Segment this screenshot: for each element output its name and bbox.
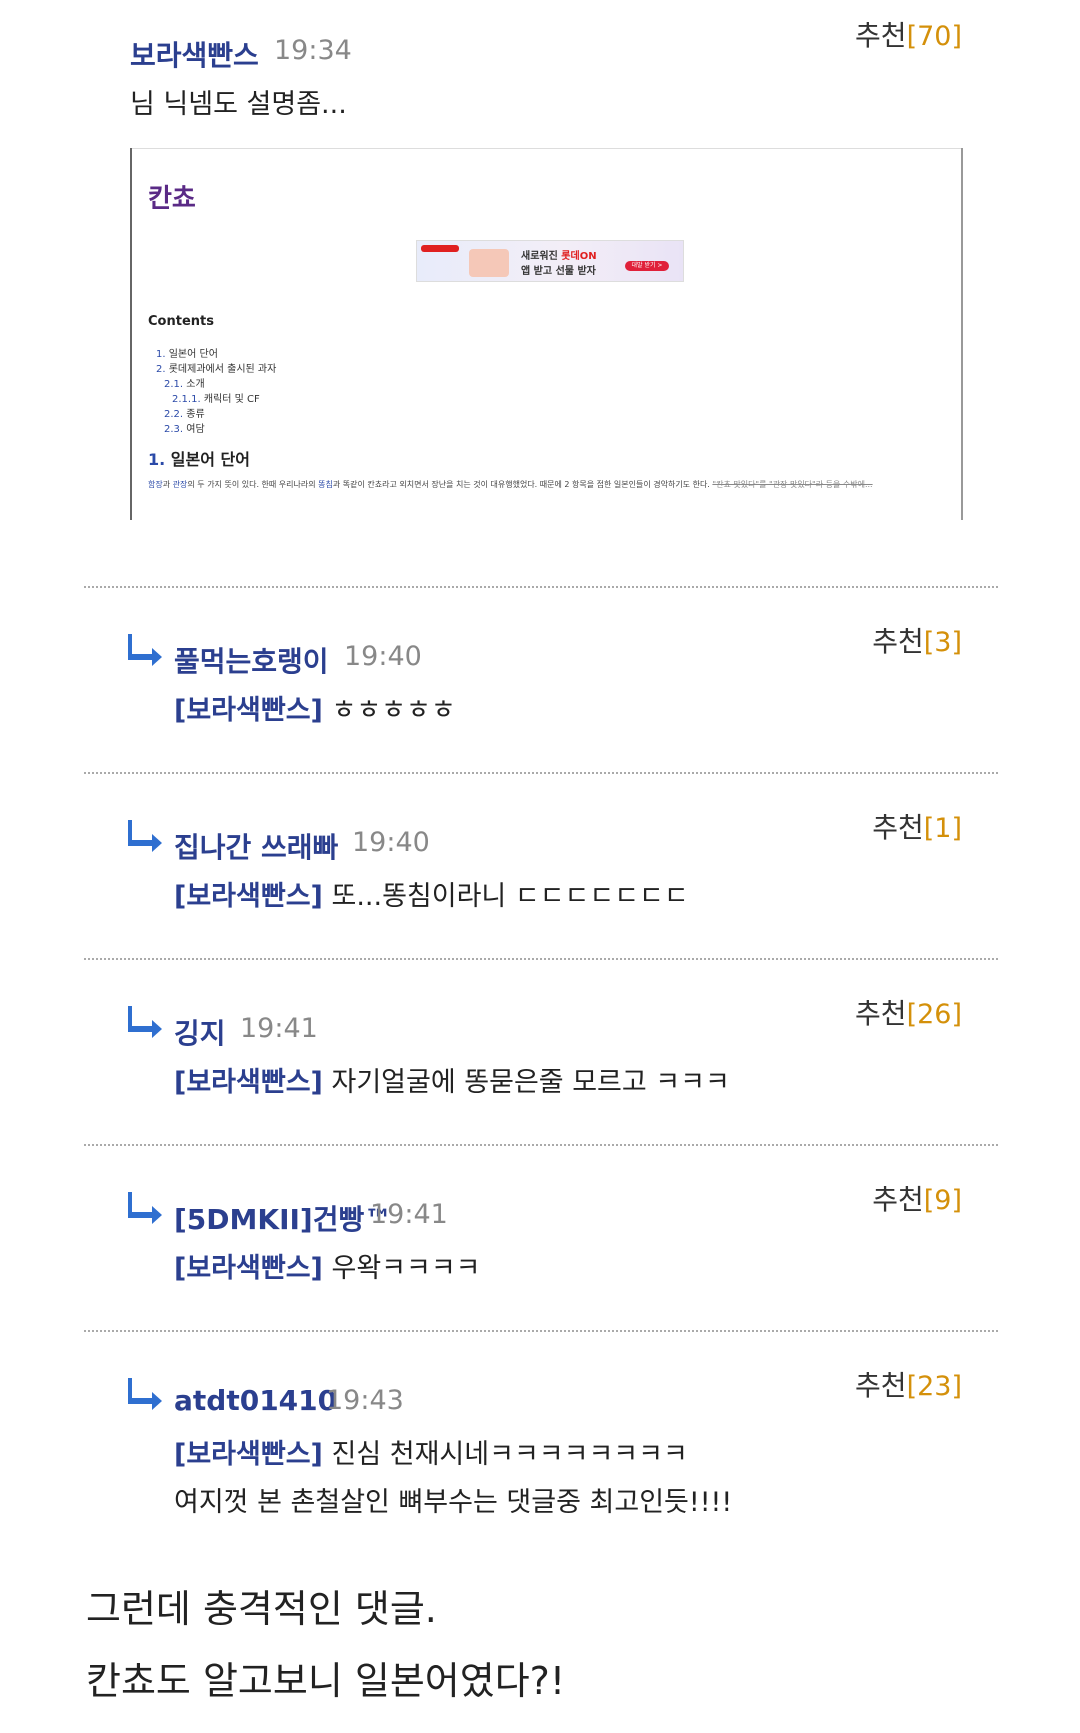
comment-time: 19:40 (352, 827, 430, 858)
ad-button[interactable]: 대발 받기 > (625, 261, 669, 271)
comment-text: [보라색빤스] 또...똥침이라니 ㄷㄷㄷㄷㄷㄷㄷ (174, 881, 689, 912)
caption-line1: 그런데 충격적인 댓글. (86, 1587, 437, 1631)
ad-line1: 새로워진 롯데ON (521, 251, 597, 262)
reply-arrow-icon (128, 1192, 162, 1224)
comment-text: 님 닉넴도 설명좀... (130, 89, 347, 120)
mention: [보라색빤스] (174, 1253, 323, 1284)
reply-comment: 추천[23] atdt01410 19:43 [보라색빤스] 진심 천재시네ㅋㅋ… (0, 1334, 1080, 1534)
comment-author[interactable]: 풀먹는호랭이 (174, 640, 329, 680)
recommend-count[interactable]: 추천[9] (872, 1178, 962, 1218)
recommend-count[interactable]: 추천[23] (855, 1364, 962, 1404)
comment-divider (84, 1144, 998, 1146)
toc-item[interactable]: 1. 일본어 단어 (156, 345, 218, 360)
recommend-number: [70] (906, 21, 962, 52)
comment-author[interactable]: atdt01410 (174, 1384, 337, 1417)
reply-comment: 추천[1] 집나간 쓰래빠 19:40 [보라색빤스] 또...똥침이라니 ㄷㄷ… (0, 776, 1080, 956)
embedded-screenshot: 칸쵸 새로워진 롯데ON 앱 받고 선물 받자 대발 받기 > Contents… (130, 148, 963, 520)
reply-comment: 추천[26] 깅지 19:41 [보라색빤스] 자기얼굴에 똥묻은줄 모르고 ㅋ… (0, 962, 1080, 1142)
caption-line2: 칸쵸도 알고보니 일본어였다?! (86, 1659, 566, 1703)
reply-comment: 추천[3] 풀먹는호랭이 19:40 [보라색빤스] ㅎㅎㅎㅎㅎ (0, 590, 1080, 770)
recommend-count[interactable]: 추천[3] (872, 620, 962, 660)
recommend-label: 추천 (855, 19, 907, 52)
toc-item[interactable]: 2.1.1. 캐릭터 및 CF (172, 390, 260, 405)
toc-item[interactable]: 2.2. 종류 (164, 405, 205, 420)
comment-text-line2: 여지껏 본 촌철살인 뼈부수는 댓글중 최고인듯!!!! (174, 1487, 733, 1518)
comment-divider (84, 586, 998, 588)
comment-text: [보라색빤스] 우왁ㅋㅋㅋㅋ (174, 1253, 481, 1284)
mention: [보라색빤스] (174, 1439, 323, 1470)
comment-author[interactable]: 집나간 쓰래빠 (174, 826, 338, 866)
recommend-count[interactable]: 추천[1] (872, 806, 962, 846)
comment-text: [보라색빤스] 진심 천재시네ㅋㅋㅋㅋㅋㅋㅋㅋ (174, 1439, 688, 1470)
comment-divider (84, 772, 998, 774)
comment-time: 19:41 (240, 1013, 318, 1044)
embed-title: 칸쵸 (148, 184, 196, 214)
reply-arrow-icon (128, 1378, 162, 1410)
comment-time: 19:40 (344, 641, 422, 672)
comment-author[interactable]: 보라색빤스 (130, 34, 259, 74)
comment-divider (84, 1330, 998, 1332)
ad-banner[interactable]: 새로워진 롯데ON 앱 받고 선물 받자 대발 받기 > (416, 240, 684, 282)
mention: [보라색빤스] (174, 695, 323, 726)
comment-text: [보라색빤스] ㅎㅎㅎㅎㅎ (174, 695, 456, 726)
main-comment: 추천[70] 보라색빤스 19:34 님 닉넴도 설명좀... 칸쵸 새로워진 … (0, 0, 1080, 520)
comment-divider (84, 958, 998, 960)
brand-logo-icon (421, 245, 459, 252)
toc-item[interactable]: 2.1. 소개 (164, 375, 205, 390)
reply-comment: 추천[9] [5DMKII]건빵™ 19:41 [보라색빤스] 우왁ㅋㅋㅋㅋ (0, 1148, 1080, 1328)
contents-heading: Contents (148, 314, 214, 329)
recommend-count[interactable]: 추천[26] (855, 992, 962, 1032)
comment-author[interactable]: [5DMKII]건빵™ (174, 1198, 392, 1238)
toc-item[interactable]: 2.3. 여담 (164, 420, 205, 435)
section-paragraph: 함장과 관장의 두 가지 뜻이 있다. 한때 우리나라의 똥침과 똑같이 칸쵸라… (148, 480, 873, 489)
reply-arrow-icon (128, 1006, 162, 1038)
mention: [보라색빤스] (174, 1067, 323, 1098)
comment-time: 19:34 (274, 35, 352, 66)
comment-time: 19:43 (326, 1385, 404, 1416)
mention: [보라색빤스] (174, 881, 323, 912)
product-image (469, 249, 509, 277)
reply-arrow-icon (128, 820, 162, 852)
recommend-count[interactable]: 추천[70] (855, 14, 962, 54)
comment-text: [보라색빤스] 자기얼굴에 똥묻은줄 모르고 ㅋㅋㅋ (174, 1067, 730, 1098)
comment-author[interactable]: 깅지 (174, 1012, 226, 1052)
toc-item[interactable]: 2. 롯데제과에서 출시된 과자 (156, 360, 276, 375)
section-heading: 1. 일본어 단어 (148, 450, 250, 469)
comment-time: 19:41 (370, 1199, 448, 1230)
reply-arrow-icon (128, 634, 162, 666)
ad-line2: 앱 받고 선물 받자 (521, 266, 596, 277)
